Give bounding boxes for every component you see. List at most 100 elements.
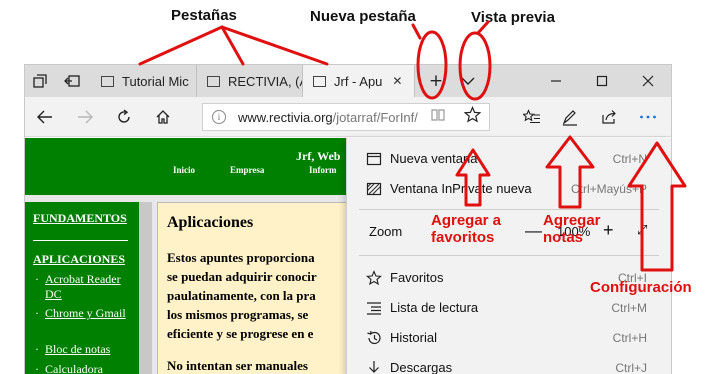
reading-list-icon [366, 300, 382, 316]
site-nav-informatica[interactable]: Inform [309, 165, 337, 175]
refresh-button[interactable] [104, 97, 144, 137]
sidebar-item-chrome[interactable]: · Chrome y Gmail [35, 306, 135, 321]
tab-title: RECTIVIA, (A [228, 73, 303, 89]
annotation-new-tab-label: Nueva pestaña [310, 8, 416, 25]
paragraph-line: Estos apuntes proporciona [167, 250, 315, 265]
sidebar-item-label: Bloc de notas [45, 342, 111, 356]
web-notes-button[interactable] [551, 97, 589, 137]
paragraph-line: se puedan adquirir conocir [167, 269, 317, 284]
site-nav-inicio[interactable]: Inicio [173, 165, 195, 175]
paragraph-line: No intentan ser manuales [167, 358, 308, 373]
sidebar-item-bloc-notas[interactable]: · Bloc de notas [35, 342, 135, 357]
minimize-button[interactable] [533, 65, 579, 97]
minimize-icon [551, 80, 561, 82]
refresh-icon [118, 109, 130, 123]
main-content-panel: Aplicaciones Estos apuntes proporciona s… [157, 202, 351, 374]
sidebar-item-label: Calculadora [45, 362, 103, 374]
tab-close-icon[interactable]: ✕ [392, 74, 402, 88]
menu-item-downloads[interactable]: Descargas Ctrl+J [347, 353, 671, 374]
tab-title: Jrf - Apu [334, 73, 383, 89]
home-icon [156, 110, 170, 124]
plus-icon: + [428, 71, 444, 91]
menu-item-shortcut: Ctrl+J [615, 361, 647, 374]
bullet: · [35, 306, 39, 320]
tab-preview-button[interactable] [453, 65, 483, 97]
home-button[interactable] [143, 97, 183, 137]
new-window-icon [366, 151, 382, 167]
bullet: · [35, 362, 39, 374]
favorites-hub-button[interactable] [513, 97, 551, 137]
page-favicon-icon [207, 75, 220, 87]
close-window-button[interactable] [625, 65, 671, 97]
back-button[interactable] [25, 97, 65, 137]
settings-menu: Nueva ventana Ctrl+N Ventana InPrivate n… [346, 138, 671, 374]
tabs-callout-lines [138, 25, 329, 66]
menu-item-history[interactable]: Historial Ctrl+H [347, 323, 671, 353]
set-aside-tabs-button[interactable] [25, 65, 55, 97]
sidebar-link-aplicaciones[interactable]: APLICACIONES [33, 252, 125, 267]
show-aside-tabs-button[interactable] [57, 65, 87, 97]
sidebar-link-fundamentos[interactable]: FUNDAMENTOS [33, 211, 127, 226]
url-text[interactable]: www.rectivia.org/jotarraf/ForInf/ [238, 110, 423, 125]
sidebar-scrollbar[interactable] [139, 202, 152, 374]
add-favorite-star-icon[interactable] [463, 105, 482, 128]
sidebar-item-acrobat[interactable]: · Acrobat Reader DC [35, 272, 135, 302]
menu-item-inprivate[interactable]: Ventana InPrivate nueva Ctrl+Mayús+P [347, 174, 671, 204]
menu-divider [359, 255, 659, 256]
sidebar-item-label: Chrome y Gmail [45, 306, 126, 320]
pen-icon [562, 109, 577, 126]
annotation-tabs-label: Pestañas [171, 7, 237, 24]
chevron-down-icon [461, 77, 475, 85]
settings-more-button[interactable] [629, 97, 667, 137]
share-icon [602, 110, 616, 124]
bullet: · [35, 272, 39, 286]
menu-item-label: Favoritos [390, 270, 444, 285]
tab-jrf[interactable]: Jrf - Apu ✕ [303, 65, 415, 97]
fullscreen-icon[interactable]: ⤢ [637, 222, 647, 238]
set-aside-icon [33, 74, 47, 88]
paragraph-line: los mismos programas, se [167, 307, 309, 322]
history-icon [366, 330, 382, 346]
tab-title: Tutorial Mic [122, 73, 189, 89]
sidebar-item-label: Acrobat Reader DC [45, 272, 121, 301]
site-nav-empresa[interactable]: Empresa [230, 165, 264, 175]
new-tab-button[interactable]: + [421, 65, 451, 97]
menu-item-new-window[interactable]: Nueva ventana Ctrl+N [347, 144, 671, 174]
annotation-add-favorites: Agregar a favoritos [431, 212, 502, 246]
menu-item-label: Nueva ventana [390, 151, 478, 166]
menu-item-shortcut: Ctrl+M [611, 301, 647, 315]
close-icon [642, 75, 654, 87]
tab-tutorial[interactable]: Tutorial Mic [91, 65, 197, 97]
site-sidebar: FUNDAMENTOS APLICACIONES · Acrobat Reade… [25, 202, 152, 374]
paragraph-line: paulatinamente, con la pra [167, 288, 316, 303]
maximize-icon [596, 75, 608, 87]
zoom-out-button[interactable]: — [525, 221, 542, 241]
bullet: · [35, 342, 39, 356]
site-info-icon[interactable]: i [212, 110, 226, 124]
menu-divider [359, 209, 659, 210]
share-button[interactable] [590, 97, 628, 137]
menu-item-label: Ventana InPrivate nueva [390, 181, 532, 196]
sidebar-divider [33, 240, 128, 241]
annotation-add-notes: Agregar notas [543, 212, 601, 246]
url-path: /jotarraf/ForInf/ [332, 110, 418, 125]
menu-item-label: Lista de lectura [390, 300, 479, 315]
paragraph-line: eficiente y se progrese en e [167, 326, 314, 341]
sidebar-item-calculadora[interactable]: · Calculadora [35, 362, 135, 374]
annotation-preview-label: Vista previa [471, 9, 555, 26]
url-host: www.rectivia.org [238, 110, 333, 125]
address-bar[interactable]: i www.rectivia.org/jotarraf/ForInf/ [202, 103, 490, 131]
menu-item-reading-list[interactable]: Lista de lectura Ctrl+M [347, 293, 671, 323]
forward-button[interactable] [65, 97, 105, 137]
menu-item-shortcut: Ctrl+H [612, 331, 647, 345]
annotation-settings: Configuración [590, 279, 692, 296]
menu-item-label: Descargas [390, 360, 453, 374]
arrow-left-icon [37, 110, 52, 124]
tab-bar: Tutorial Mic RECTIVIA, (A Jrf - Apu ✕ + [25, 65, 671, 97]
favorites-list-icon [523, 109, 540, 124]
page-title: Aplicaciones [167, 214, 254, 231]
page-favicon-icon [313, 75, 326, 87]
tab-rectivia[interactable]: RECTIVIA, (A [197, 65, 303, 97]
maximize-button[interactable] [579, 65, 625, 97]
reading-view-icon[interactable] [431, 108, 445, 125]
